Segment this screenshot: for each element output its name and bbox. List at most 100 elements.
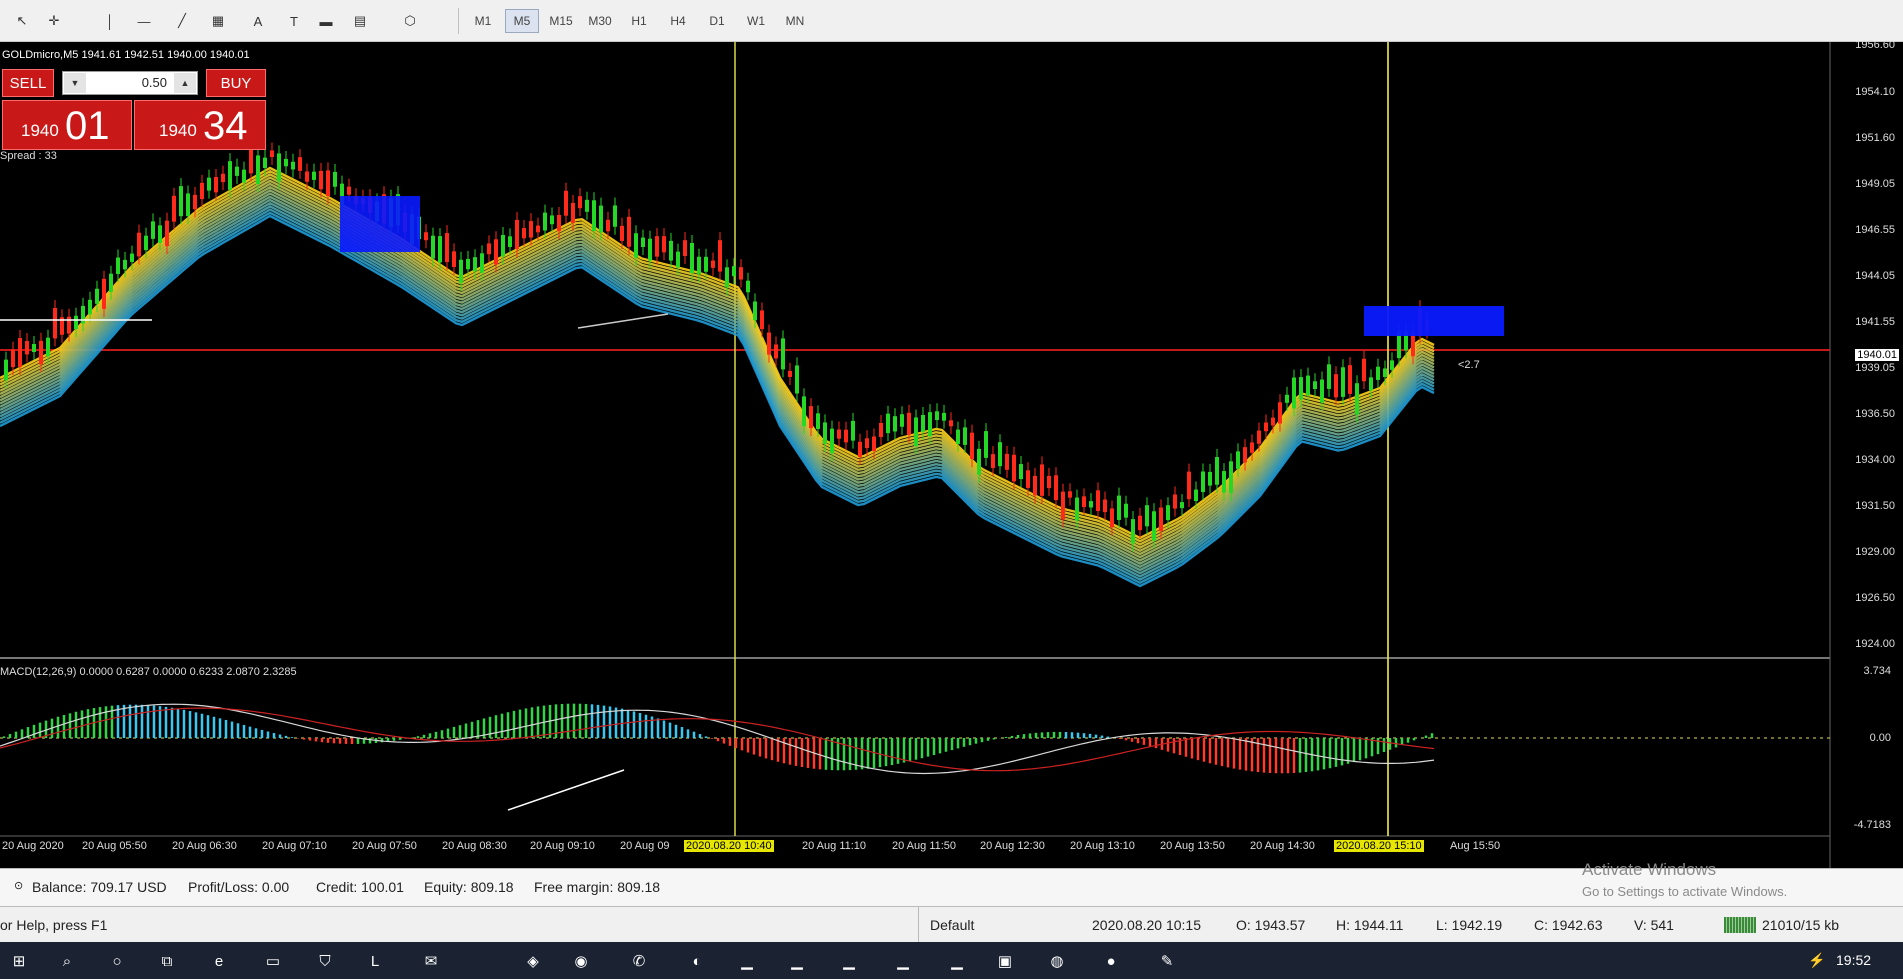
candle-body <box>1306 375 1310 396</box>
candle-body <box>970 432 974 460</box>
record-icon[interactable]: ● <box>1098 948 1124 974</box>
price-tick: 1956.60 <box>1855 39 1895 51</box>
fibonacci-icon[interactable]: ▤ <box>346 8 374 34</box>
shapes-icon[interactable]: ⬡ <box>396 8 424 34</box>
text-label-icon[interactable]: T <box>280 8 308 34</box>
time-tick: 20 Aug 07:10 <box>262 840 327 852</box>
candle-body <box>1390 360 1394 370</box>
candle-body <box>53 307 57 339</box>
horizontal-line-icon[interactable]: — <box>130 8 158 34</box>
candle-body <box>186 193 190 217</box>
candle-body <box>256 155 260 185</box>
edge-icon[interactable]: e <box>206 948 232 974</box>
lot-decrease-icon[interactable]: ▼ <box>64 73 86 93</box>
price-tick: 1941.55 <box>1855 316 1895 328</box>
app-icon[interactable]: ◐ <box>684 948 710 974</box>
timeframe-m30[interactable]: M30 <box>583 9 617 33</box>
mt4-icon[interactable]: ▁ <box>944 948 970 974</box>
rectangle-icon[interactable]: ▬ <box>312 8 340 34</box>
candle-body <box>508 236 512 247</box>
task-view-icon[interactable]: ⧉ <box>154 948 180 974</box>
files-icon[interactable]: ▣ <box>992 948 1018 974</box>
chat-icon[interactable]: ✆ <box>626 948 652 974</box>
mt4-icon[interactable]: ▁ <box>734 948 760 974</box>
timeframe-h4[interactable]: H4 <box>661 9 695 33</box>
time-tick: 20 Aug 13:50 <box>1160 840 1225 852</box>
candle-body <box>242 169 246 183</box>
profile-name[interactable]: Default <box>930 917 974 933</box>
outlook-icon[interactable]: ◈ <box>520 948 546 974</box>
chart-toolbar: ↖ ✛ │ — ╱ ▦ A T ▬ ▤ ⬡ M1 M5 M15 M30 H1 H4 D1 W1 MN <box>0 0 1903 42</box>
crosshair-icon[interactable]: ✛ <box>40 8 68 34</box>
timeframe-d1[interactable]: D1 <box>700 9 734 33</box>
taskbar-clock[interactable]: 19:52 <box>1836 952 1871 968</box>
candle-body <box>571 202 575 223</box>
vertical-line-icon[interactable]: │ <box>96 8 124 34</box>
macd-scale-zero: 0.00 <box>1869 732 1891 744</box>
mt4-icon[interactable]: ▁ <box>890 948 916 974</box>
chrome-icon[interactable]: ◉ <box>568 948 594 974</box>
channel-icon[interactable]: ▦ <box>204 8 232 34</box>
sell-button[interactable]: SELL <box>2 69 54 97</box>
candle-body <box>179 186 183 217</box>
lot-increase-icon[interactable]: ▲ <box>174 73 196 93</box>
candle-body <box>1229 461 1233 494</box>
timeframe-m1[interactable]: M1 <box>466 9 500 33</box>
candle-body <box>165 220 169 246</box>
timeframe-w1[interactable]: W1 <box>739 9 773 33</box>
time-tick: 20 Aug 11:50 <box>892 840 957 852</box>
time-tick: 20 Aug 06:30 <box>172 840 237 852</box>
price-chart[interactable] <box>0 42 1903 868</box>
file-explorer-icon[interactable]: ▭ <box>260 948 286 974</box>
timeframe-m15[interactable]: M15 <box>544 9 578 33</box>
candle-body <box>347 186 351 195</box>
candle-body <box>1152 511 1156 541</box>
candle-body <box>326 170 330 197</box>
one-click-trading-panel: SELL ▼ 0.50 ▲ BUY 1940 01 1940 34 <box>0 69 268 151</box>
macd-info: MACD(12,26,9) 0.0000 0.6287 0.0000 0.623… <box>0 666 297 678</box>
mail-icon[interactable]: ✉ <box>418 948 444 974</box>
candle-body <box>116 257 120 274</box>
buy-button[interactable]: BUY <box>206 69 266 97</box>
app-l-icon[interactable]: L <box>362 948 388 974</box>
candle-body <box>823 422 827 444</box>
timeframe-h1[interactable]: H1 <box>622 9 656 33</box>
candle-body <box>1019 464 1023 480</box>
lot-size-stepper[interactable]: ▼ 0.50 ▲ <box>62 71 198 95</box>
buy-price-box[interactable]: 1940 34 <box>134 100 266 150</box>
lot-size-input[interactable]: 0.50 <box>87 72 173 94</box>
timeframe-mn[interactable]: MN <box>778 9 812 33</box>
pen-icon[interactable]: ✎ <box>1154 948 1180 974</box>
candle-body <box>249 148 253 174</box>
timeframe-m5[interactable]: M5 <box>505 9 539 33</box>
candle-body <box>683 240 687 256</box>
network-icon[interactable]: ⚡ <box>1808 952 1825 969</box>
time-tick: 20 Aug 05:50 <box>82 840 147 852</box>
candle-body <box>284 158 288 167</box>
candle-body <box>46 337 50 357</box>
candle-body <box>1040 464 1044 496</box>
search-icon[interactable]: ⌕ <box>54 948 80 974</box>
app2-icon[interactable]: ◍ <box>1044 948 1070 974</box>
price-tick: 1944.05 <box>1855 270 1895 282</box>
candle-body <box>1166 505 1170 521</box>
candle-body <box>767 332 771 355</box>
candle-body <box>928 412 932 437</box>
candle-body <box>718 240 722 272</box>
candle-body <box>39 340 43 365</box>
ma-ribbon-band <box>0 169 1435 543</box>
status-close: C: 1942.63 <box>1534 917 1603 933</box>
candle-body <box>1145 505 1149 527</box>
store-icon[interactable]: ⛉ <box>312 948 338 974</box>
candle-body <box>277 153 281 182</box>
status-low: L: 1942.19 <box>1436 917 1503 933</box>
trendline-icon[interactable]: ╱ <box>168 8 196 34</box>
cortana-icon[interactable]: ○ <box>104 948 130 974</box>
text-icon[interactable]: A <box>244 8 272 34</box>
sell-price-box[interactable]: 1940 01 <box>2 100 132 150</box>
windows-start-icon[interactable]: ⊞ <box>6 948 32 974</box>
candle-body <box>830 428 834 454</box>
mt4-icon[interactable]: ▁ <box>836 948 862 974</box>
mt4-icon[interactable]: ▁ <box>784 948 810 974</box>
cursor-icon[interactable]: ↖ <box>8 8 36 34</box>
